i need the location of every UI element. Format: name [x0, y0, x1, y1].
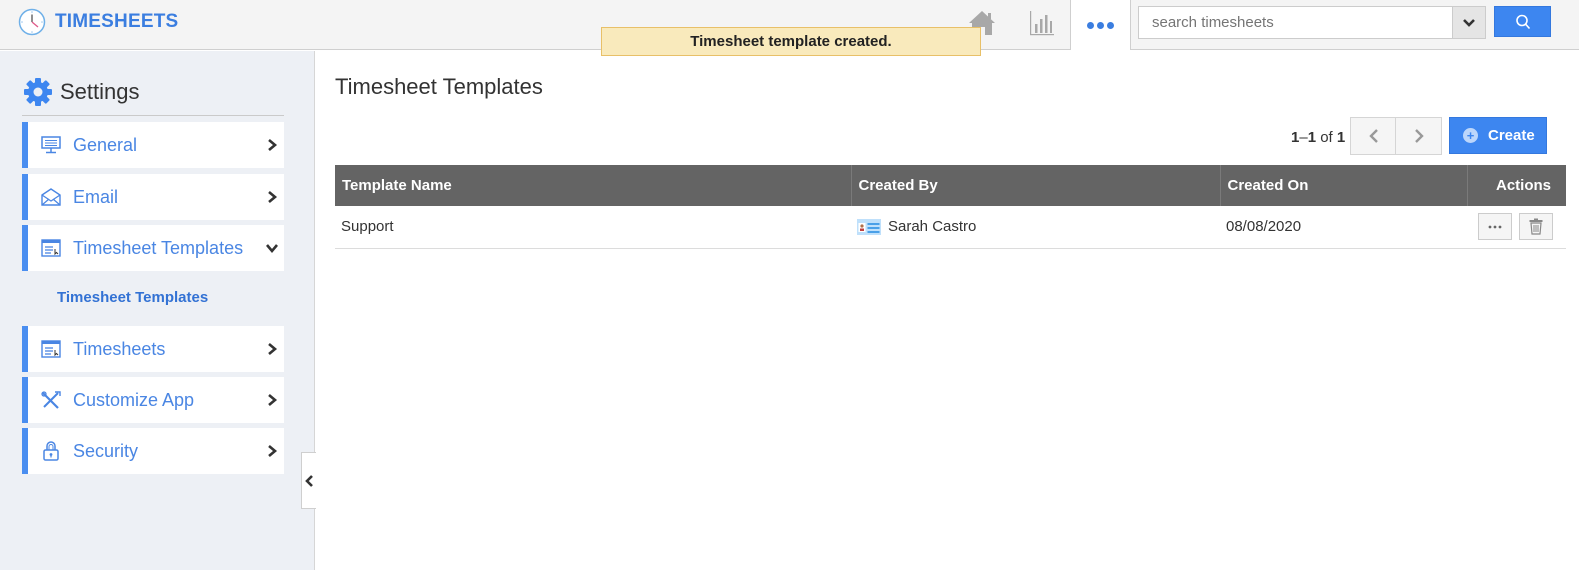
next-page-button[interactable] — [1395, 117, 1442, 155]
search-button[interactable] — [1494, 6, 1551, 37]
sidebar-item-customize-app[interactable]: Customize App — [22, 377, 284, 423]
creator-name: Sarah Castro — [888, 218, 977, 236]
more-dot — [1097, 21, 1104, 29]
chevron-right-icon — [268, 394, 278, 406]
chevron-left-icon — [1368, 129, 1378, 143]
column-header-actions: Actions — [1467, 165, 1566, 206]
app-logo[interactable]: TIMESHEETS — [18, 8, 178, 36]
search-options-dropdown[interactable] — [1452, 6, 1486, 39]
create-button[interactable]: + Create — [1449, 117, 1547, 154]
pagination-info: 1–1 of 1 — [1291, 129, 1346, 146]
collapse-sidebar-button[interactable] — [301, 452, 316, 509]
column-header-created-by[interactable]: Created By — [851, 165, 1221, 206]
column-header-created-on[interactable]: Created On — [1220, 165, 1468, 206]
created-on-cell: 08/08/2020 — [1220, 206, 1467, 249]
chevron-right-icon — [268, 343, 278, 355]
more-actions-button[interactable] — [1478, 213, 1512, 241]
template-name-cell[interactable]: Support — [335, 206, 851, 249]
search-input[interactable] — [1138, 6, 1452, 39]
divider — [22, 115, 284, 116]
sidebar-item-label: Security — [73, 440, 139, 461]
settings-header: Settings — [23, 77, 140, 107]
pager-total: 1 — [1336, 129, 1346, 146]
sidebar-item-label: Email — [73, 186, 119, 207]
envelope-icon — [40, 187, 62, 207]
more-button[interactable] — [1070, 0, 1131, 50]
sidebar-item-general[interactable]: General — [22, 122, 284, 168]
sidebar-item-label: Timesheets — [73, 338, 166, 359]
created-by-cell: Sarah Castro — [851, 206, 1220, 249]
app-title: TIMESHEETS — [55, 11, 179, 32]
settings-title: Settings — [60, 79, 140, 104]
pager-of: of — [1320, 129, 1333, 146]
chevron-right-icon — [268, 191, 278, 203]
gear-icon — [24, 78, 52, 106]
actions-cell — [1467, 206, 1566, 249]
sidebar-item-label: Timesheet Templates — [73, 237, 244, 258]
previous-page-button[interactable] — [1350, 117, 1397, 155]
sidebar-item-timesheet-templates[interactable]: Timesheet Templates — [22, 225, 284, 271]
column-header-template-name[interactable]: Template Name — [335, 165, 852, 206]
plus-circle-icon: + — [1463, 128, 1478, 143]
sidebar-item-label: Customize App — [73, 389, 195, 410]
chevron-down-icon — [1463, 18, 1475, 27]
clock-icon — [18, 8, 46, 36]
sidebar-item-timesheets[interactable]: Timesheets — [22, 326, 284, 372]
table-row[interactable]: Support Sarah Castro 08/08/2020 — [335, 206, 1566, 249]
chevron-down-icon — [266, 244, 278, 254]
reports-button[interactable] — [1023, 6, 1059, 40]
monitor-icon — [40, 135, 62, 155]
pager-from: 1 — [1291, 129, 1300, 146]
delete-button[interactable] — [1519, 213, 1553, 241]
timesheet-icon — [40, 339, 62, 359]
settings-sidebar: Settings General Email Timesheet Templat… — [0, 51, 315, 570]
more-dot — [1087, 21, 1094, 29]
chevron-right-icon — [268, 445, 278, 457]
search-icon — [1515, 14, 1530, 29]
user-card-icon — [857, 218, 881, 235]
templates-table: Template Name Created By Created On Acti… — [335, 165, 1566, 249]
tools-icon — [40, 390, 62, 410]
toast-notification: Timesheet template created. — [601, 27, 981, 56]
table-header-row: Template Name Created By Created On Acti… — [335, 165, 1566, 206]
lock-icon — [40, 441, 62, 461]
sidebar-item-security[interactable]: Security — [22, 428, 284, 474]
create-label: Create — [1488, 127, 1535, 144]
template-icon — [40, 238, 62, 258]
page-title: Timesheet Templates — [335, 74, 543, 99]
chevron-right-icon — [268, 139, 278, 151]
more-dot — [1107, 21, 1114, 29]
sidebar-item-label: General — [73, 134, 138, 155]
sidebar-item-email[interactable]: Email — [22, 174, 284, 220]
trash-icon — [1529, 218, 1543, 235]
bar-chart-icon — [1030, 11, 1054, 36]
pager-to: 1 — [1307, 129, 1317, 146]
sidebar-subitem-timesheet-templates[interactable]: Timesheet Templates — [57, 289, 208, 306]
chevron-left-icon — [305, 474, 313, 487]
ellipsis-icon — [1488, 225, 1502, 229]
chevron-right-icon — [1414, 129, 1424, 143]
